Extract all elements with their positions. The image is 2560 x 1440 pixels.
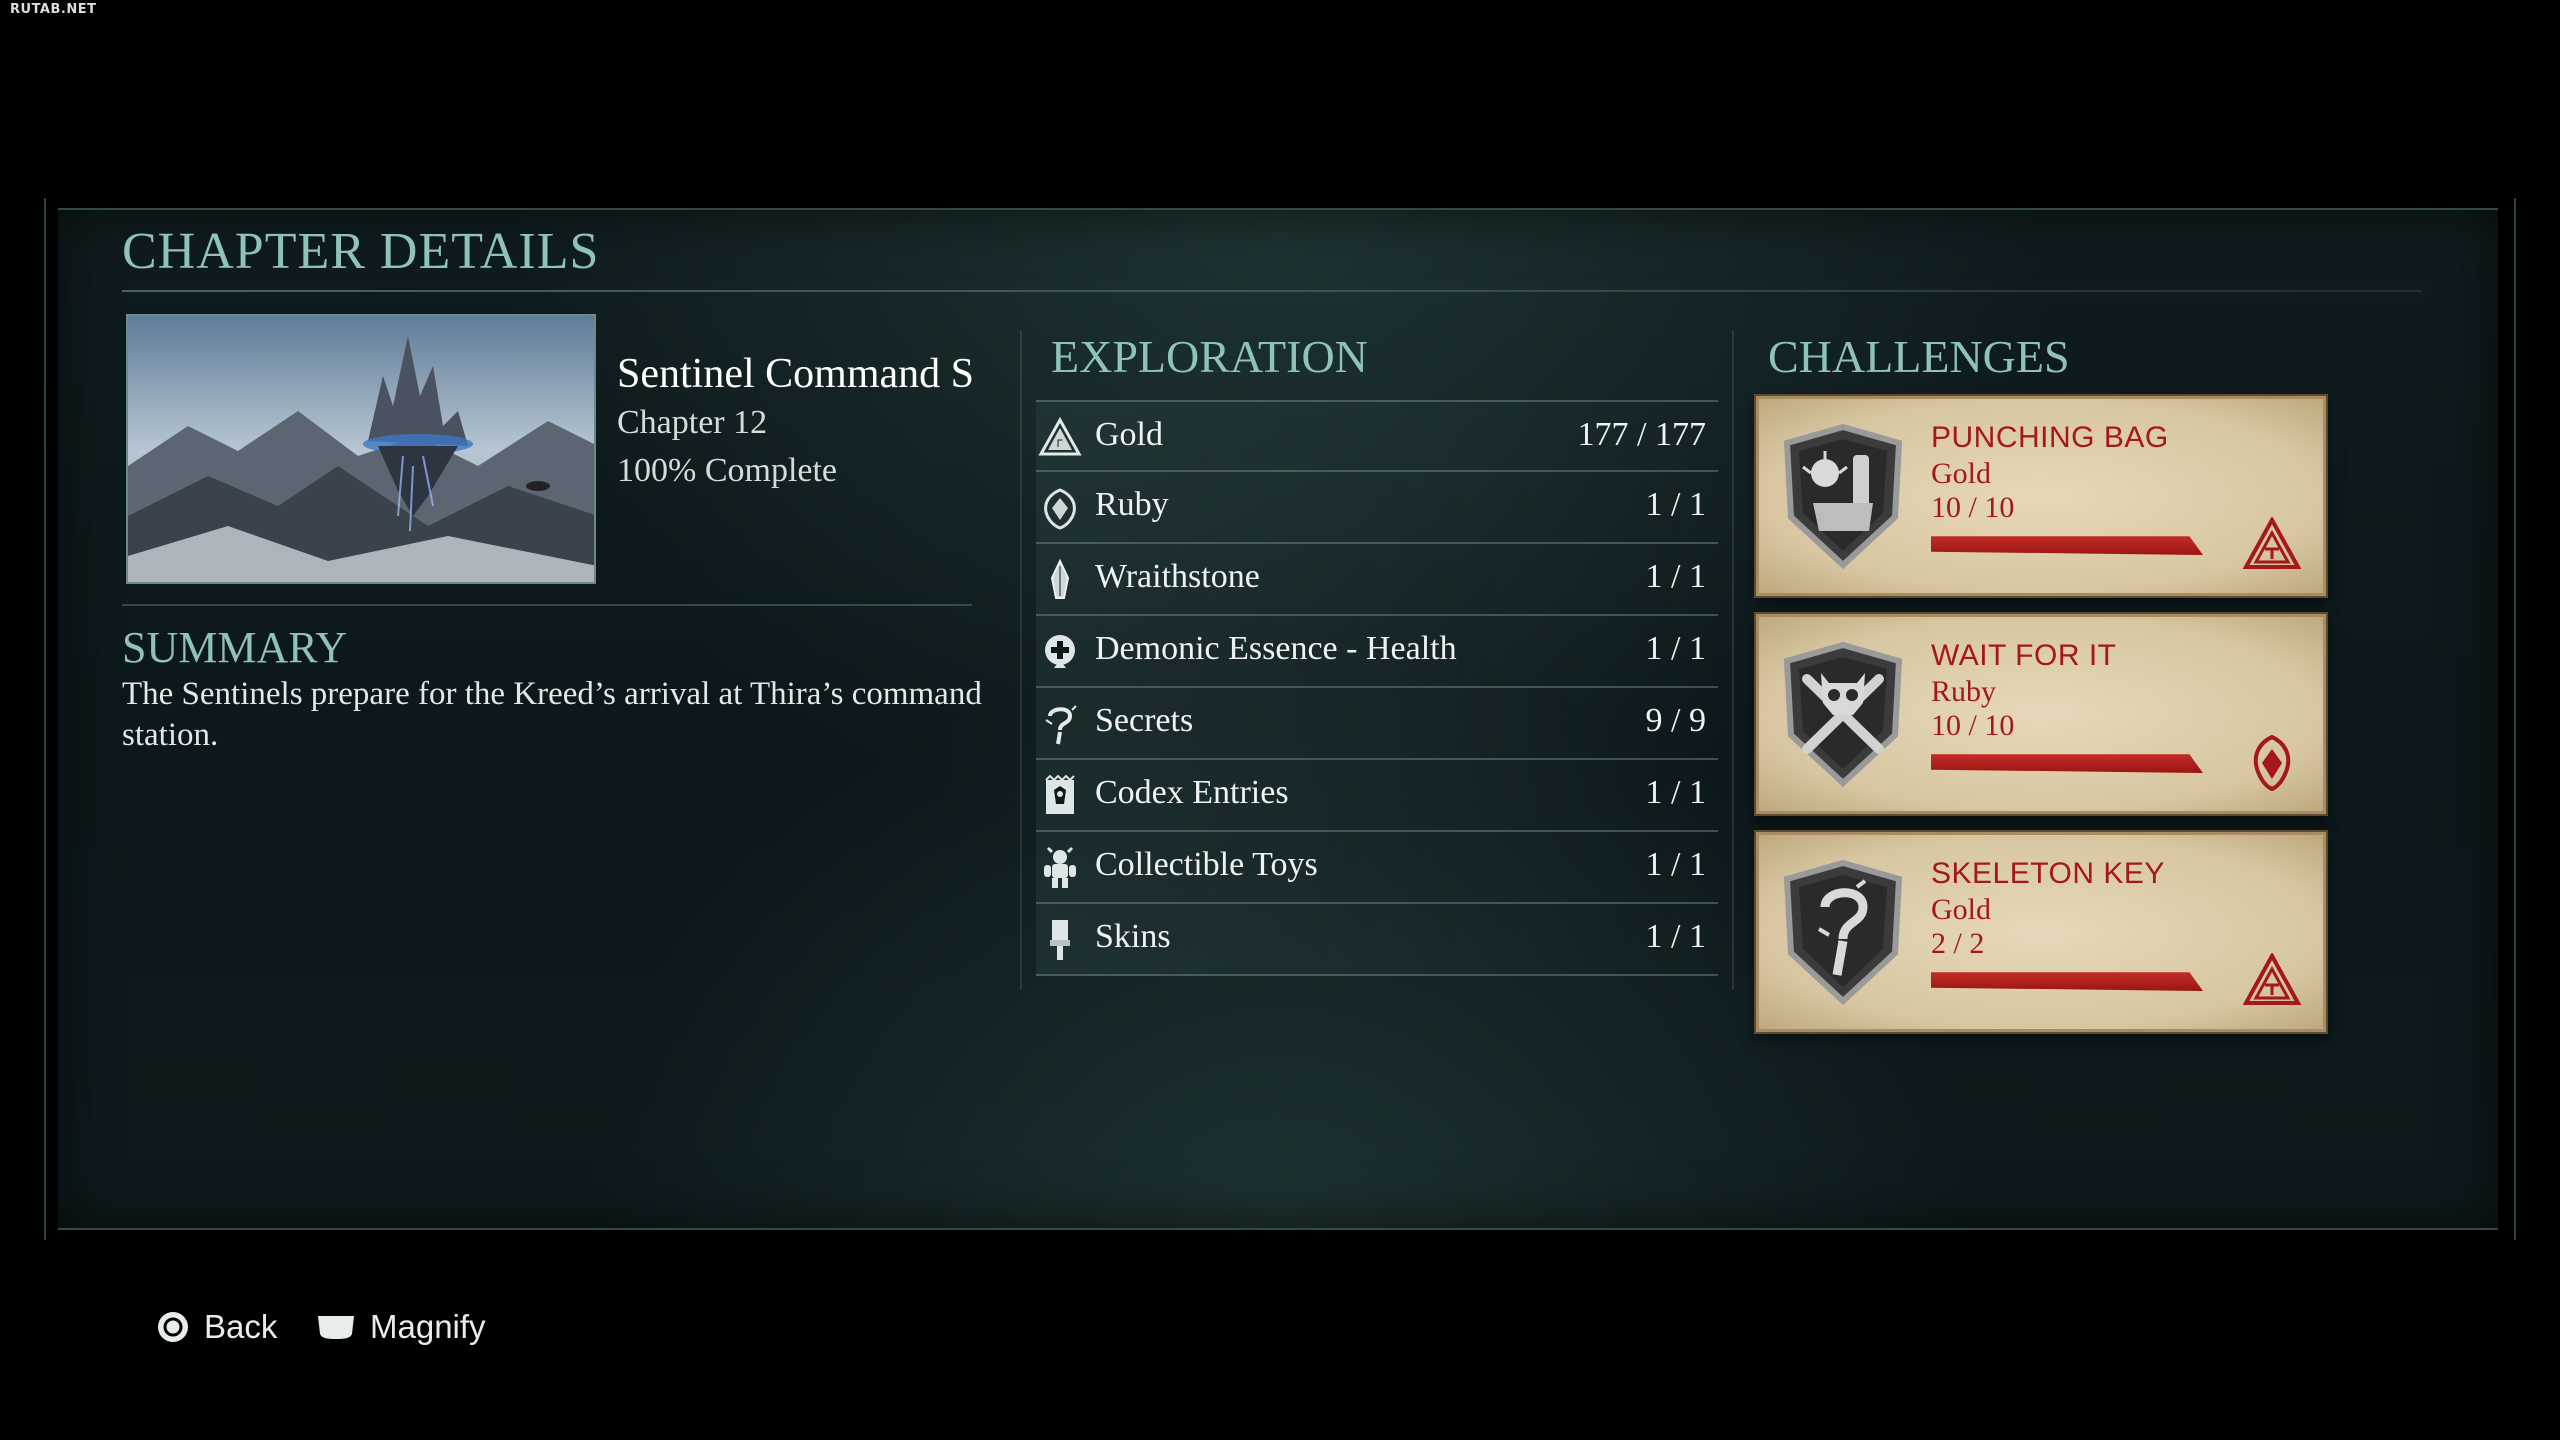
summary-divider	[122, 604, 972, 606]
exploration-label: Gold	[1095, 416, 1163, 453]
chapter-number: Chapter 12	[617, 404, 768, 441]
exploration-label: Ruby	[1095, 486, 1169, 523]
challenge-title: PUNCHING BAG	[1931, 421, 2169, 454]
panel-right-edge	[2496, 198, 2516, 1240]
challenge-progress: 10 / 10	[1931, 491, 2015, 524]
exploration-count: 1 / 1	[1645, 486, 1706, 523]
demonic-essence-health-icon	[1045, 635, 1075, 668]
summary-heading: SUMMARY	[122, 623, 347, 672]
challenge-progress: 10 / 10	[1931, 709, 2015, 742]
challenge-card[interactable]: PUNCHING BAG Gold 10 / 10	[1756, 396, 2326, 596]
challenge-progress-bar	[1931, 536, 2203, 555]
ruby-icon	[1044, 488, 1076, 530]
chapter-name: Sentinel Command S	[617, 351, 974, 397]
exploration-row-gold: Ꮁ Gold 177 / 177	[1036, 400, 1718, 472]
secret-question-icon	[1045, 705, 1077, 745]
wraithstone-icon	[1050, 558, 1070, 599]
exploration-count: 1 / 1	[1645, 846, 1706, 883]
gold-reward-icon	[2243, 953, 2301, 1005]
back-label: Back	[204, 1308, 278, 1345]
exploration-heading: EXPLORATION	[1051, 331, 1368, 382]
exploration-label: Collectible Toys	[1095, 846, 1318, 883]
exploration-row-ruby: Ruby 1 / 1	[1036, 472, 1718, 544]
skull-crossbones-shield-icon	[1783, 641, 1903, 788]
challenge-title: WAIT FOR IT	[1931, 639, 2117, 672]
challenge-card[interactable]: WAIT FOR IT Ruby 10 / 10	[1756, 614, 2326, 814]
exploration-label: Demonic Essence - Health	[1095, 630, 1457, 667]
magnify-button[interactable]: Magnify	[316, 1308, 486, 1346]
magnify-label: Magnify	[370, 1308, 486, 1345]
challenge-title: SKELETON KEY	[1931, 857, 2165, 890]
summary-text: The Sentinels prepare for the Kreed’s ar…	[122, 676, 982, 753]
challenge-progress-bar	[1931, 972, 2203, 991]
exploration-row-skins: Skins 1 / 1	[1036, 904, 1718, 976]
chapter-thumbnail	[126, 314, 596, 584]
challenge-progress-fill	[1931, 972, 2203, 991]
ruby-reward-icon	[2253, 735, 2291, 791]
toy-figure-icon	[1044, 846, 1076, 888]
column-divider-right	[1732, 330, 1734, 990]
challenge-progress-fill	[1931, 754, 2203, 773]
challenge-card[interactable]: SKELETON KEY Gold 2 / 2	[1756, 832, 2326, 1032]
challenge-progress-bar	[1931, 754, 2203, 773]
back-button[interactable]: Back	[156, 1308, 277, 1346]
skin-brush-icon	[1050, 920, 1070, 960]
exploration-label: Wraithstone	[1095, 558, 1260, 595]
chapter-landscape-image	[128, 316, 594, 582]
exploration-count: 1 / 1	[1645, 774, 1706, 811]
question-key-shield-icon	[1783, 859, 1903, 1006]
challenge-progress-fill	[1931, 536, 2203, 555]
exploration-row-secrets: Secrets 9 / 9	[1036, 688, 1718, 760]
exploration-count: 9 / 9	[1645, 702, 1706, 739]
challenge-tier: Ruby	[1931, 675, 1997, 708]
title-divider	[122, 290, 2422, 292]
exploration-row-wraithstone: Wraithstone 1 / 1	[1036, 544, 1718, 616]
challenge-tier: Gold	[1931, 893, 1991, 926]
svg-text:Ꮁ: Ꮁ	[1057, 439, 1063, 450]
exploration-label: Skins	[1095, 918, 1171, 955]
column-divider-left	[1020, 330, 1022, 990]
exploration-row-demonic-essence: Demonic Essence - Health 1 / 1	[1036, 616, 1718, 688]
codex-icon	[1045, 774, 1075, 814]
challenge-tier: Gold	[1931, 457, 1991, 490]
exploration-count: 1 / 1	[1645, 558, 1706, 595]
watermark: RUTAB.NET	[10, 2, 97, 17]
exploration-count: 177 / 177	[1577, 416, 1706, 453]
exploration-count: 1 / 1	[1645, 630, 1706, 667]
circle-button-icon	[158, 1312, 188, 1342]
gold-reward-icon	[2243, 517, 2301, 569]
exploration-label: Secrets	[1095, 702, 1194, 739]
gold-triangle-icon: Ꮁ	[1038, 416, 1082, 456]
page-title: CHAPTER DETAILS	[122, 223, 600, 280]
exploration-row-codex: Codex Entries 1 / 1	[1036, 760, 1718, 832]
touchpad-button-icon	[318, 1316, 354, 1339]
exploration-row-toys: Collectible Toys 1 / 1	[1036, 832, 1718, 904]
fist-shield-icon	[1783, 423, 1903, 570]
challenge-progress: 2 / 2	[1931, 927, 1985, 960]
exploration-count: 1 / 1	[1645, 918, 1706, 955]
exploration-label: Codex Entries	[1095, 774, 1289, 811]
chapter-completion: 100% Complete	[617, 452, 838, 489]
challenges-heading: CHALLENGES	[1768, 331, 2070, 382]
exploration-list: Ꮁ Gold 177 / 177 Ruby 1 / 1 Wraithstone …	[1036, 400, 1718, 976]
